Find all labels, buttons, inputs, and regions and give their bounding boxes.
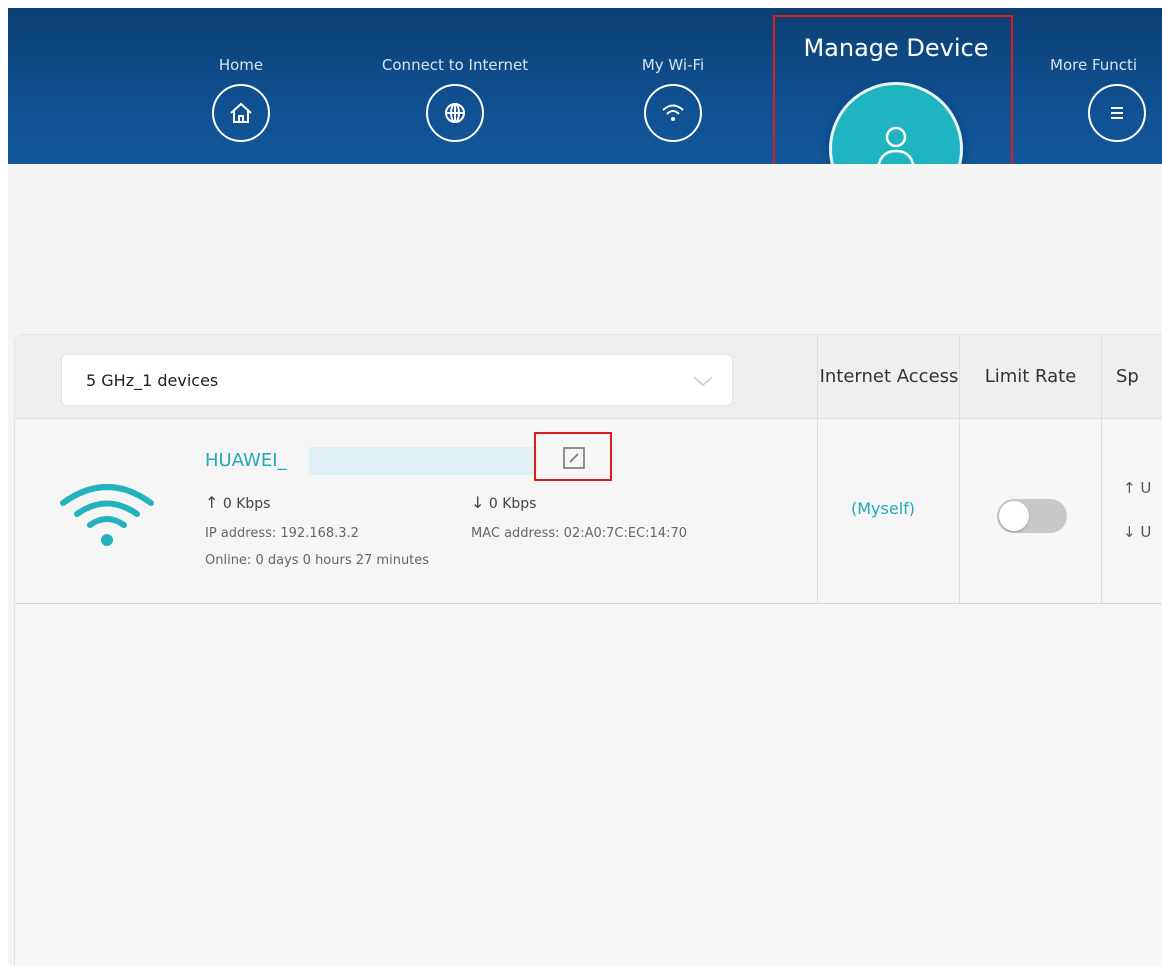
nav-more-label: More Functi bbox=[1050, 56, 1138, 74]
table-row: HUAWEI_ ↑ 0 Kbps ↓ 0 Kbps IP address: 19… bbox=[15, 419, 1162, 604]
ip-address: IP address: 192.168.3.2 bbox=[205, 526, 359, 541]
header-internet-access: Internet Access bbox=[819, 365, 959, 387]
home-icon[interactable] bbox=[212, 84, 270, 142]
download-rate: ↓ 0 Kbps bbox=[471, 493, 536, 512]
nav-connect-label: Connect to Internet bbox=[381, 56, 529, 74]
online-duration: Online: 0 days 0 hours 27 minutes bbox=[205, 553, 430, 568]
nav-wifi-label: My Wi-Fi bbox=[641, 56, 705, 74]
edit-button-highlight-box bbox=[534, 432, 612, 481]
speed-download: ↓ U bbox=[1123, 523, 1151, 541]
mac-address: MAC address: 02:A0:7C:EC:14:70 bbox=[471, 526, 688, 541]
upload-rate-value: 0 Kbps bbox=[222, 496, 271, 512]
toggle-knob bbox=[999, 501, 1029, 531]
speed-upload-value: U bbox=[1140, 479, 1152, 497]
speed-download-value: U bbox=[1140, 523, 1152, 541]
wifi-signal-icon bbox=[59, 479, 155, 553]
speed-upload: ↑ U bbox=[1123, 479, 1151, 497]
device-table: 5 GHz_1 devices Internet Access Limit Ra… bbox=[14, 334, 1162, 966]
wifi-icon[interactable] bbox=[644, 84, 702, 142]
device-name: HUAWEI_ bbox=[205, 450, 287, 471]
table-header: 5 GHz_1 devices Internet Access Limit Ra… bbox=[15, 335, 1162, 419]
band-select-value: 5 GHz_1 devices bbox=[86, 371, 219, 390]
arrow-down-icon: ↓ bbox=[1123, 523, 1136, 541]
header-speed: Sp bbox=[1116, 365, 1139, 387]
arrow-up-icon: ↑ bbox=[205, 493, 219, 512]
arrow-up-icon: ↑ bbox=[1123, 479, 1136, 497]
menu-icon[interactable] bbox=[1088, 84, 1146, 142]
upload-rate: ↑ 0 Kbps bbox=[205, 493, 270, 512]
nav-home-label: Home bbox=[218, 56, 264, 74]
limit-rate-toggle[interactable] bbox=[997, 499, 1067, 533]
internet-access-value: (Myself) bbox=[851, 499, 916, 518]
globe-icon[interactable] bbox=[426, 84, 484, 142]
band-select[interactable]: 5 GHz_1 devices bbox=[61, 354, 733, 406]
header-limit-rate: Limit Rate bbox=[984, 365, 1077, 387]
download-rate-value: 0 Kbps bbox=[488, 496, 537, 512]
chevron-down-icon bbox=[692, 373, 714, 392]
arrow-down-icon: ↓ bbox=[471, 493, 485, 512]
device-name-redaction bbox=[309, 447, 537, 475]
